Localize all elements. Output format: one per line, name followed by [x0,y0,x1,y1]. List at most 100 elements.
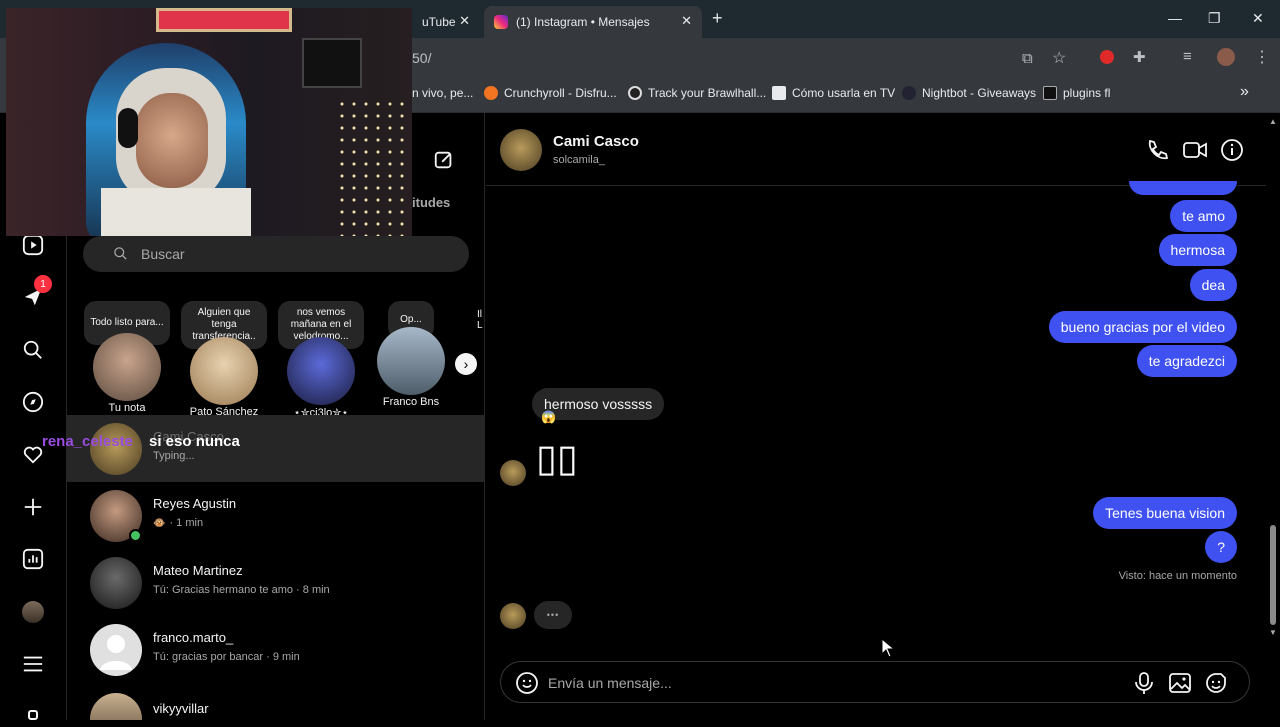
conversation-item[interactable]: vikyyvillar [67,683,485,720]
conversation-name: franco.marto_ [153,630,234,645]
profile-icon[interactable] [21,600,45,624]
chat-avatar[interactable] [500,129,542,171]
fairy-lights [336,98,406,236]
bookmark-item[interactable]: Cómo usarla en TV [772,86,895,100]
extensions-icon[interactable]: ✚ [1133,48,1146,66]
microphone-icon[interactable] [1133,671,1155,700]
chat-username: solcamila_ [553,154,605,166]
wall-monitor [302,38,362,88]
wall-poster [156,8,292,32]
extension-opera-icon[interactable] [1100,50,1114,64]
note-name: Tu nota [108,402,146,414]
conversation-item[interactable]: Mateo Martinez Tú: Gracias hermano te am… [67,549,485,616]
note-item[interactable]: Todo listo para... Tu nota [84,301,170,414]
minimize-button[interactable]: — [1168,10,1182,26]
message-composer[interactable]: Envía un mensaje... [500,661,1250,703]
url-text[interactable]: 50/ [412,50,431,66]
avatar [287,337,355,405]
video-call-icon[interactable] [1182,138,1208,167]
reaction-emoji[interactable]: 😱 [541,410,556,424]
search-placeholder: Buscar [141,246,185,262]
bookmark-item[interactable]: Track your Brawlhall... [628,86,766,100]
conversation-item[interactable]: Reyes Agustin 🐵 · 1 min [67,482,485,549]
bookmark-item[interactable]: Nightbot - Giveaways [902,86,1036,100]
conversation-meta: Tú: gracias por bancar · 9 min [153,651,300,663]
note-item[interactable]: nos vemos mañana en el velodromo... ⋆✮ci… [278,301,364,419]
create-icon[interactable] [21,495,45,519]
close-tab-icon[interactable]: ✕ [681,13,692,29]
media-control-icon[interactable]: ≡ [1183,48,1192,65]
browser-menu-icon[interactable]: ⋮ [1254,47,1270,67]
requests-tab[interactable]: itudes [412,195,450,210]
unrendered-emoji-message[interactable]: ▯▯ [536,439,578,479]
close-tab-icon[interactable]: ✕ [459,13,470,29]
bookmark-label: plugins fl [1063,86,1111,100]
bookmark-item[interactable]: plugins fl [1043,86,1110,100]
message-bubble-partial [1129,181,1237,195]
note-item[interactable]: Op... Franco Bns [376,301,446,408]
message-bubble-out[interactable]: ? [1205,531,1237,563]
scroll-up-arrow[interactable]: ▲ [1269,117,1277,126]
install-app-icon[interactable]: ⧉ [1022,50,1033,67]
message-bubble-out[interactable]: Tenes buena vision [1093,497,1237,529]
conversation-time: · 1 min [169,517,204,529]
message-bubble-out[interactable]: hermosa [1158,234,1237,266]
conversation-name: Reyes Agustin [153,496,237,511]
scroll-down-arrow[interactable]: ▼ [1269,628,1277,637]
emoji-icon[interactable] [515,671,539,700]
note-name: Franco Bns [382,396,440,408]
chat-scrollbar[interactable]: ▲ ▼ [1266,113,1280,720]
bookmark-item[interactable]: n vivo, pe... [412,86,473,100]
reels-icon[interactable] [21,233,45,257]
brawlhalla-icon [628,86,642,100]
conversation-name: Mateo Martinez [153,563,243,578]
messages-icon[interactable]: 1 [21,275,52,309]
avatar [190,337,258,405]
profile-avatar-icon[interactable] [1217,48,1235,66]
bookmark-item[interactable]: Crunchyroll - Disfru... [484,86,617,100]
seen-status: Visto: hace un momento [1118,570,1237,582]
new-tab-button[interactable]: + [712,8,723,29]
avatar [93,333,161,401]
search-input[interactable]: Buscar [83,236,469,272]
folder-icon [1043,86,1057,100]
search-icon[interactable] [21,338,45,362]
bookmark-label: Nightbot - Giveaways [922,86,1037,100]
stream-chat-username: rena_celeste [42,433,133,450]
threads-icon[interactable] [21,703,45,727]
explore-icon[interactable] [21,390,45,414]
info-icon[interactable] [1220,138,1244,167]
tab-youtube[interactable]: uTube ✕ [404,6,480,38]
menu-icon[interactable] [21,652,45,676]
bookmark-label: Track your Brawlhall... [648,86,767,100]
chat-name[interactable]: Cami Casco [553,133,639,150]
bookmark-label: Crunchyroll - Disfru... [504,86,617,100]
bookmark-star-icon[interactable]: ☆ [1052,48,1066,68]
message-bubble-out[interactable]: bueno gracias por el video [1048,311,1237,343]
restore-button[interactable]: ❐ [1208,10,1221,27]
message-bubble-out[interactable]: te amo [1170,200,1237,232]
avatar [377,327,445,395]
call-icon[interactable] [1145,138,1169,167]
new-message-icon[interactable] [433,149,455,176]
page-icon [772,86,786,100]
conversation-name: vikyyvillar [153,701,209,716]
conversation-item[interactable]: franco.marto_ Tú: gracias por bancar · 9… [67,616,485,683]
tab-label: uTube [422,15,456,29]
instagram-icon [494,15,508,29]
tab-instagram[interactable]: (1) Instagram • Mensajes ✕ [484,6,702,38]
note-item[interactable]: Alguien que tenga transferencia.. Pato S… [181,301,267,418]
insights-icon[interactable] [21,547,45,571]
scrollbar-thumb[interactable] [1270,525,1276,625]
avatar [90,623,142,676]
sender-avatar [500,603,526,629]
sticker-icon[interactable] [1204,671,1228,700]
message-bubble-out[interactable]: te agradezci [1136,345,1237,377]
notes-next-button[interactable]: › [455,353,477,375]
chat-header: Cami Casco solcamila_ [486,113,1266,186]
close-window-button[interactable]: ✕ [1252,10,1264,27]
image-icon[interactable] [1168,671,1192,700]
message-bubble-out[interactable]: dea [1189,269,1237,301]
bookmark-label: n vivo, pe... [412,86,474,100]
more-bookmarks-button[interactable]: » [1240,83,1249,101]
